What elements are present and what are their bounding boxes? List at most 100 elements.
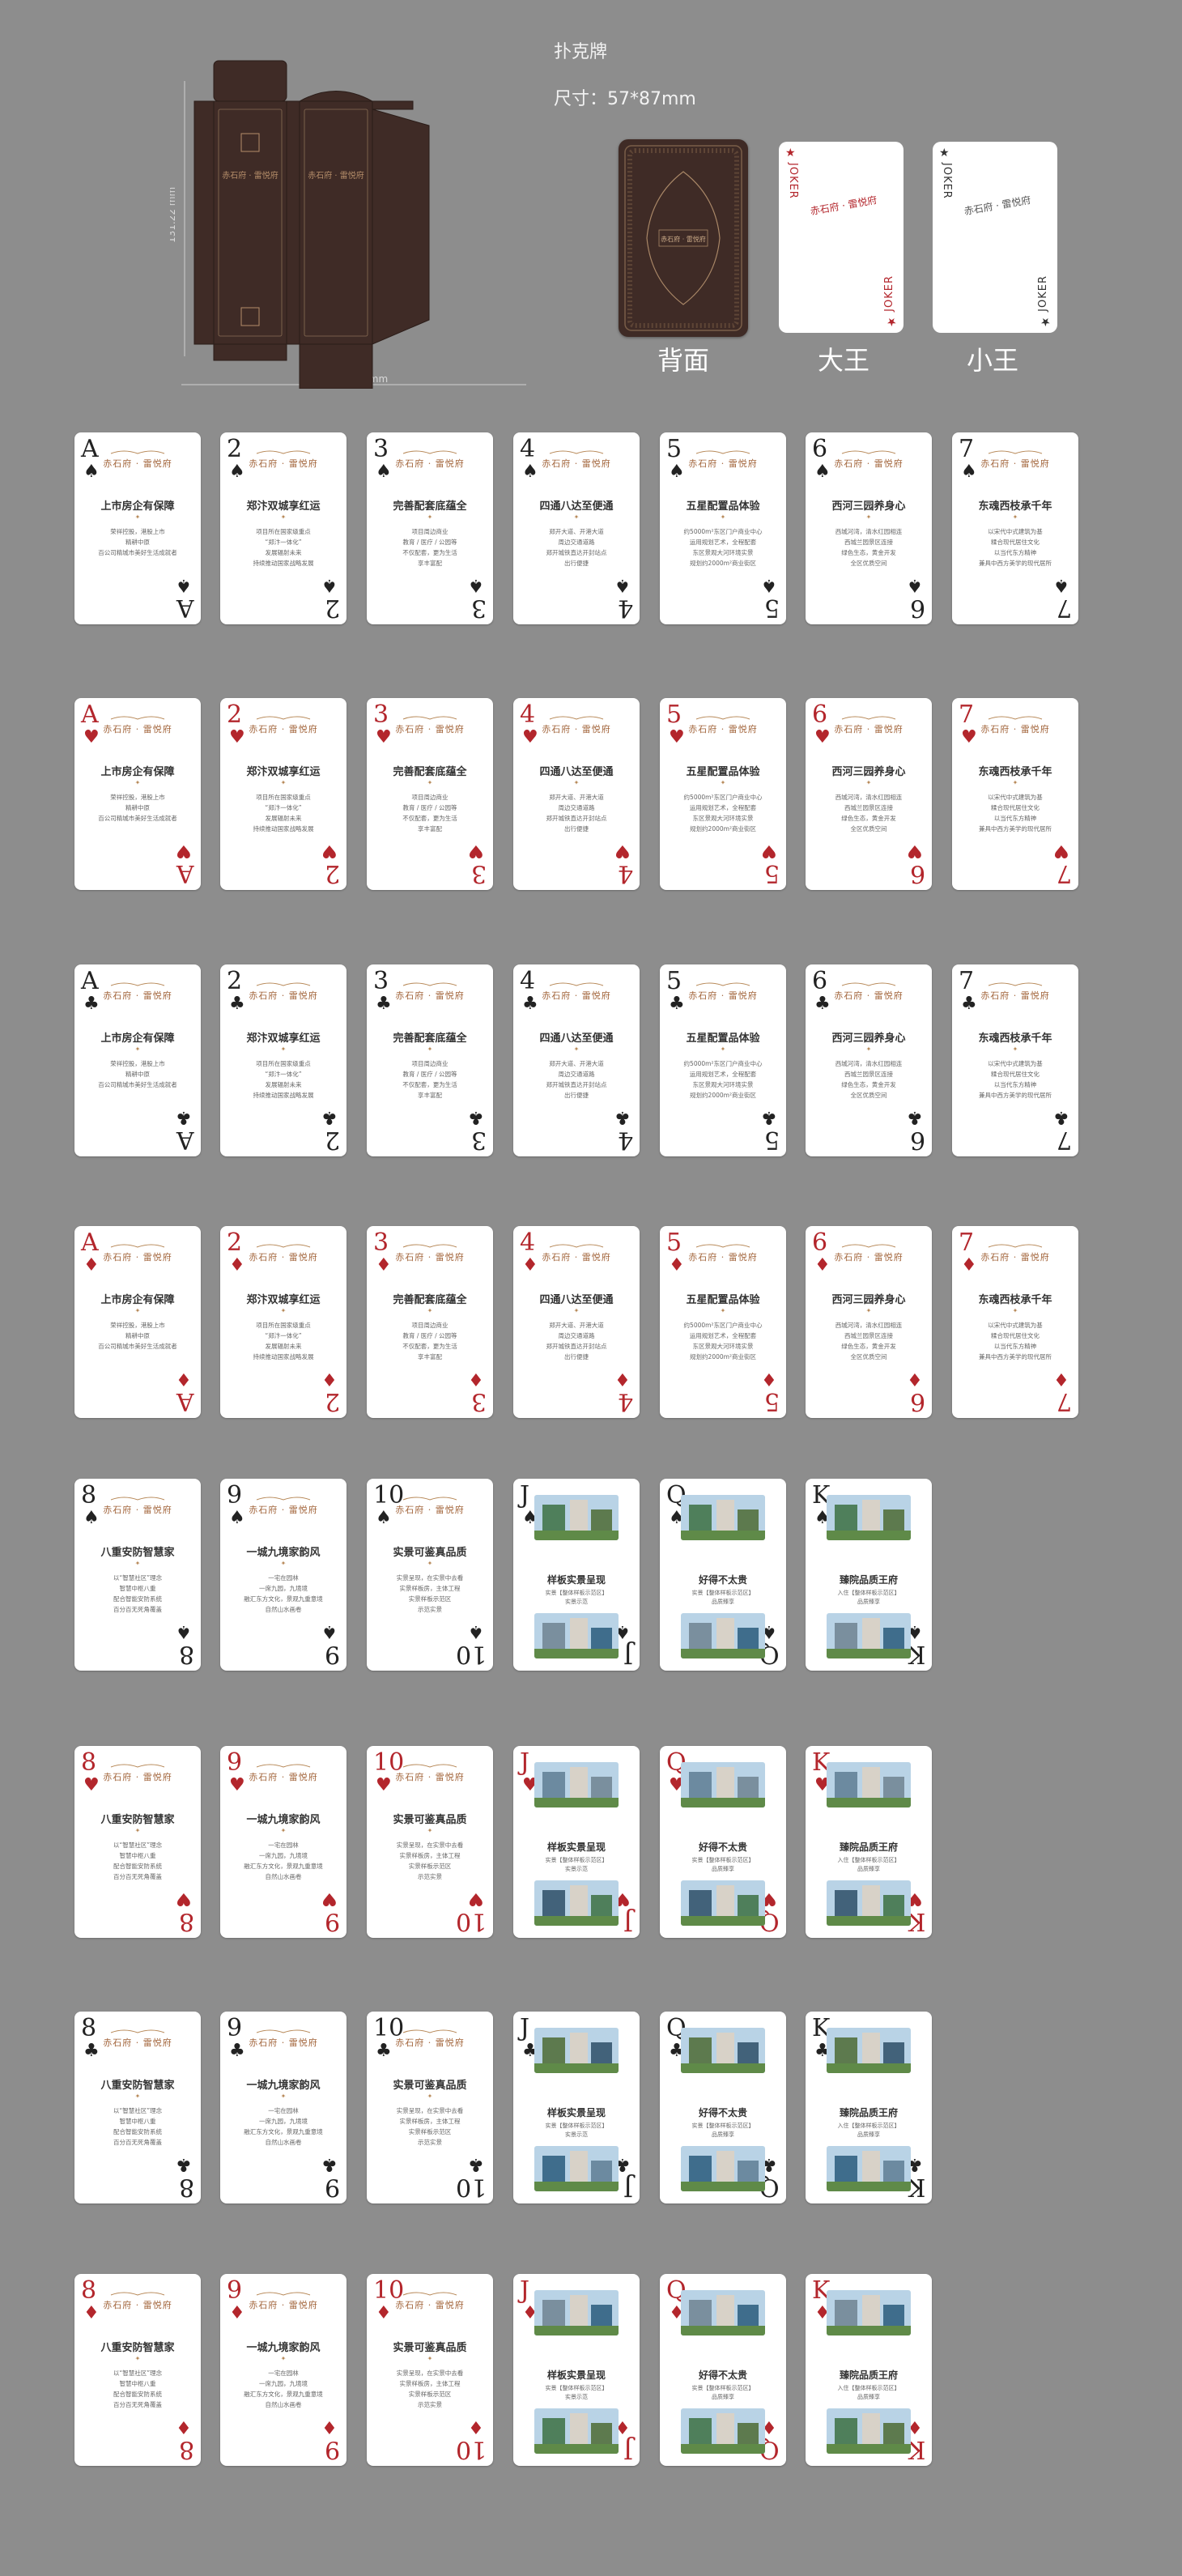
card-body-line: 荣祥控股，港股上市 bbox=[110, 794, 165, 801]
brand-logo: 赤石府 · 雷悦府 bbox=[103, 724, 172, 734]
brand-logo: 赤石府 · 雷悦府 bbox=[103, 990, 172, 1001]
clubs-icon-rotated: ♣ bbox=[468, 2154, 484, 2174]
card-body-line: 精耕中原 bbox=[125, 539, 150, 546]
card-body-line: 入住【整体样板示范区】 bbox=[837, 1857, 900, 1863]
card-body-line: 以宋代中式建筑为基 bbox=[988, 1322, 1043, 1329]
card-rank-rotated: J bbox=[623, 1907, 633, 1935]
big-joker-card: ★ JOKER JOKER ★ 赤石府 · 雷悦府 bbox=[779, 142, 904, 333]
card-rank-rotated: 2 bbox=[324, 859, 340, 888]
divider-star-icon: ✦ bbox=[427, 1560, 433, 1567]
card-body: 以“智慧社区”理念 智慧中枢八重 配合智能安防系统 百分百无死角覆盖 bbox=[96, 2106, 180, 2148]
card-heading: 西河三园养身心 bbox=[831, 766, 906, 778]
card-body-line: 自然山水画卷 bbox=[265, 1606, 302, 1613]
card-body-line: 品质臻享 bbox=[857, 2131, 880, 2138]
card-body-line: 实景示范 bbox=[565, 2394, 588, 2400]
brand-logo: 赤石府 · 雷悦府 bbox=[103, 458, 172, 469]
card-body-line: 百分百无死角覆盖 bbox=[113, 2139, 162, 2146]
divider-star-icon: ✦ bbox=[134, 779, 141, 786]
card-body-line: 绿色生态，黄金开发 bbox=[841, 549, 896, 556]
playing-card-clubs-7: 7 ♣ 7 ♣ 赤石府 · 雷悦府 东魂西枝承千年 ✦ 以宋代中式建筑为基 糅合现代居住文化 以当… bbox=[952, 964, 1078, 1156]
project-photo-bottom bbox=[827, 2408, 911, 2454]
card-body-line: 教育 / 医疗 / 公园等 bbox=[402, 1332, 457, 1339]
card-body-line: 精耕中原 bbox=[125, 1071, 150, 1078]
hearts-icon-rotated: ♥ bbox=[321, 1888, 338, 1909]
card-heading: 西河三园养身心 bbox=[831, 1033, 906, 1045]
divider-star-icon: ✦ bbox=[134, 1827, 141, 1834]
card-rank-rotated: 6 bbox=[909, 1126, 925, 1154]
card-body-line: 以宋代中式建筑为基 bbox=[988, 528, 1043, 535]
project-photo-top bbox=[534, 1762, 619, 1807]
card-body-line: 实景样板示范区 bbox=[408, 1595, 452, 1603]
card-body-line: 周边交通道路 bbox=[558, 1071, 595, 1078]
card-body-line: 西城河湾，清水红园相连 bbox=[835, 528, 903, 535]
card-body-line: 实景示范 bbox=[565, 2131, 588, 2138]
project-photo-bottom bbox=[534, 2408, 619, 2454]
playing-card-spades-9: 9 ♠ 9 ♠ 赤石府 · 雷悦府 一城九境家韵风 ✦ 一宅在园林 一席九园，九境境 融汇东方文化… bbox=[220, 1479, 347, 1671]
card-body-line: 智慧中枢八重 bbox=[119, 2118, 156, 2125]
brand-logo: 赤石府 · 雷悦府 bbox=[542, 724, 611, 734]
playing-card-hearts-4: 4 ♥ 4 ♥ 赤石府 · 雷悦府 四通八达至便通 ✦ 郑开大道、开港大道 周边交通道路 郑开城铁… bbox=[513, 698, 640, 890]
project-photo-top bbox=[534, 1495, 619, 1540]
card-body-line: 示范实景 bbox=[418, 2401, 442, 2408]
card-body-line: 不仅配套，更为生活 bbox=[402, 1081, 457, 1088]
playing-card-diamonds-6: 6 ♦ 6 ♦ 赤石府 · 雷悦府 西河三园养身心 ✦ 西城河湾，清水红园相连 西城兰园景区连接… bbox=[806, 1226, 932, 1418]
brand-logo: 赤石府 · 雷悦府 bbox=[542, 990, 611, 1001]
project-photo-bottom bbox=[681, 2408, 765, 2454]
divider-star-icon: ✦ bbox=[134, 1307, 141, 1314]
playing-card-clubs-5: 5 ♣ 5 ♣ 赤石府 · 雷悦府 五星配置品体验 ✦ 约5000m²东区门户商业中心 运用规划… bbox=[660, 964, 786, 1156]
card-body-line: 不仅配套，更为生活 bbox=[402, 815, 457, 822]
card-rank-rotated: A bbox=[176, 859, 194, 888]
card-body: 约5000m²东区门户商业中心 运用规划艺术，全程配套 东区景观大河环境实景 规划约2… bbox=[681, 792, 765, 834]
divider-star-icon: ✦ bbox=[280, 1827, 287, 1834]
card-body-line: 以“智慧社区”理念 bbox=[113, 2107, 163, 2114]
spades-icon-rotated: ♠ bbox=[1053, 575, 1069, 595]
card-body-line: 规划约2000m²商业街区 bbox=[690, 560, 756, 567]
card-body-line: 西城兰园景区连接 bbox=[844, 1332, 893, 1339]
card-rank-rotated: 2 bbox=[324, 1387, 340, 1416]
card-body: 以“智慧社区”理念 智慧中枢八重 配合智能安防系统 百分百无死角覆盖 bbox=[96, 2368, 180, 2410]
divider-star-icon: ✦ bbox=[1012, 779, 1018, 786]
divider-star-icon: ✦ bbox=[134, 2093, 141, 2100]
diamonds-icon-rotated: ♦ bbox=[321, 1369, 338, 1389]
playing-card-hearts-6: 6 ♥ 6 ♥ 赤石府 · 雷悦府 西河三园养身心 ✦ 西城河湾，清水红园相连 西城兰园景区连接… bbox=[806, 698, 932, 890]
card-body-line: 示范实景 bbox=[418, 1873, 442, 1880]
card-body-line: 项目所在国家级重点 bbox=[256, 794, 311, 801]
clubs-icon-rotated: ♣ bbox=[468, 1107, 484, 1127]
project-photo-top bbox=[827, 2290, 911, 2335]
diamonds-icon-rotated: ♦ bbox=[907, 1369, 923, 1389]
playing-card-spades-K: K ♠ K ♠ 臻院品质王府 入住【整体样板示范区】 品质臻享 bbox=[806, 1479, 932, 1671]
diamonds-icon-rotated: ♦ bbox=[761, 1369, 777, 1389]
ornament-icon bbox=[110, 1497, 165, 1501]
playing-card-diamonds-K: K ♦ K ♦ 臻院品质王府 入住【整体样板示范区】 品质臻享 bbox=[806, 2274, 932, 2466]
card-body-line: 一席九园，九境境 bbox=[259, 1852, 308, 1859]
playing-card-spades-6: 6 ♠ 6 ♠ 赤石府 · 雷悦府 西河三园养身心 ✦ 西城河湾，清水红园相连 西城兰园景区连接… bbox=[806, 432, 932, 624]
card-heading: 样板实景呈现 bbox=[546, 1574, 606, 1586]
divider-star-icon: ✦ bbox=[427, 2093, 433, 2100]
card-rank-rotated: 4 bbox=[617, 859, 633, 888]
card-rank-rotated: 10 bbox=[455, 2435, 487, 2463]
card-body-line: 全区优质空间 bbox=[850, 825, 887, 832]
card-body-line: 品质臻享 bbox=[857, 1866, 880, 1872]
card-heading: 完善配套底蕴全 bbox=[393, 766, 467, 778]
card-body-line: 实景呈现，在实景中去看 bbox=[396, 1574, 464, 1582]
spades-icon-rotated: ♠ bbox=[176, 575, 192, 595]
card-body-line: 不仅配套，更为生活 bbox=[402, 1343, 457, 1350]
card-body-line: 西城河湾，清水红园相连 bbox=[835, 1060, 903, 1067]
ornament-icon bbox=[988, 982, 1043, 986]
ornament-icon bbox=[402, 1244, 457, 1248]
card-body-line: 项目周边商业 bbox=[411, 528, 449, 535]
divider-star-icon: ✦ bbox=[865, 513, 872, 521]
spades-icon-rotated: ♠ bbox=[321, 575, 338, 595]
card-body-line: 实景示范 bbox=[565, 1866, 588, 1872]
big-joker-star-bottom-icon: ★ bbox=[886, 315, 897, 328]
card-body-line: 以当代东方精神 bbox=[993, 815, 1037, 822]
card-body-line: 以当代东方精神 bbox=[993, 549, 1037, 556]
ornament-icon bbox=[695, 716, 750, 720]
card-heading: 东魂西枝承千年 bbox=[978, 766, 1052, 778]
card-body: 入住【整体样板示范区】 品质臻享 bbox=[823, 2384, 914, 2402]
brand-logo: 赤石府 · 雷悦府 bbox=[688, 724, 758, 734]
project-photo-top bbox=[827, 1495, 911, 1540]
card-heading: 完善配套底蕴全 bbox=[393, 500, 467, 513]
diamonds-icon-rotated: ♦ bbox=[321, 2416, 338, 2437]
brand-logo: 赤石府 · 雷悦府 bbox=[834, 1252, 904, 1262]
